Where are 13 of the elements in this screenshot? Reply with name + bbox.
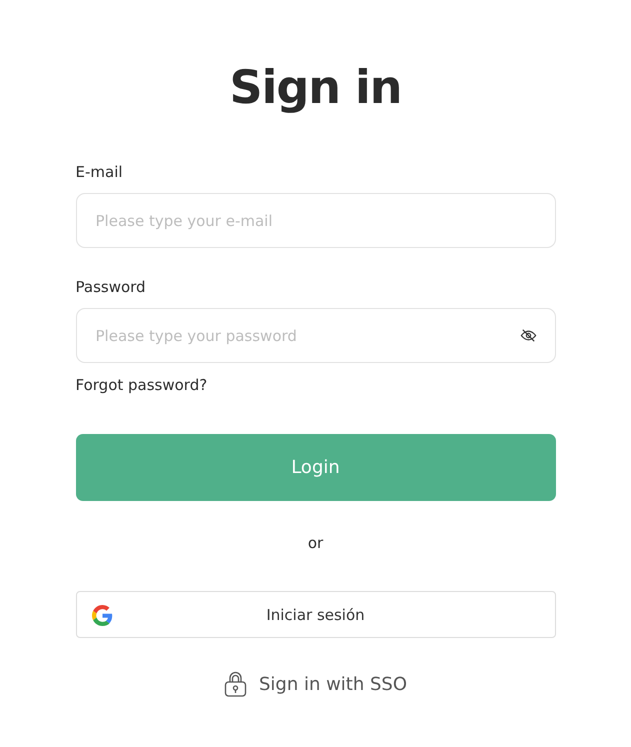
google-sign-in-button[interactable]: Iniciar sesión <box>76 591 556 638</box>
password-field[interactable]: Please type your password <box>76 308 556 363</box>
eye-slash-icon[interactable] <box>518 327 538 344</box>
email-field[interactable]: Please type your e-mail <box>76 193 556 248</box>
field-label: E-mail <box>76 162 123 182</box>
google-icon <box>92 605 112 626</box>
sso-link-text[interactable]: Sign in with SSO <box>258 674 408 694</box>
divider-text: or <box>308 533 324 553</box>
field-label: Password <box>76 277 146 297</box>
page-title: Sign in <box>229 59 402 116</box>
padlock-icon <box>224 671 247 697</box>
sso-link[interactable]: Sign in with SSO <box>224 671 408 697</box>
forgot-password-link[interactable]: Forgot password? <box>76 375 208 395</box>
